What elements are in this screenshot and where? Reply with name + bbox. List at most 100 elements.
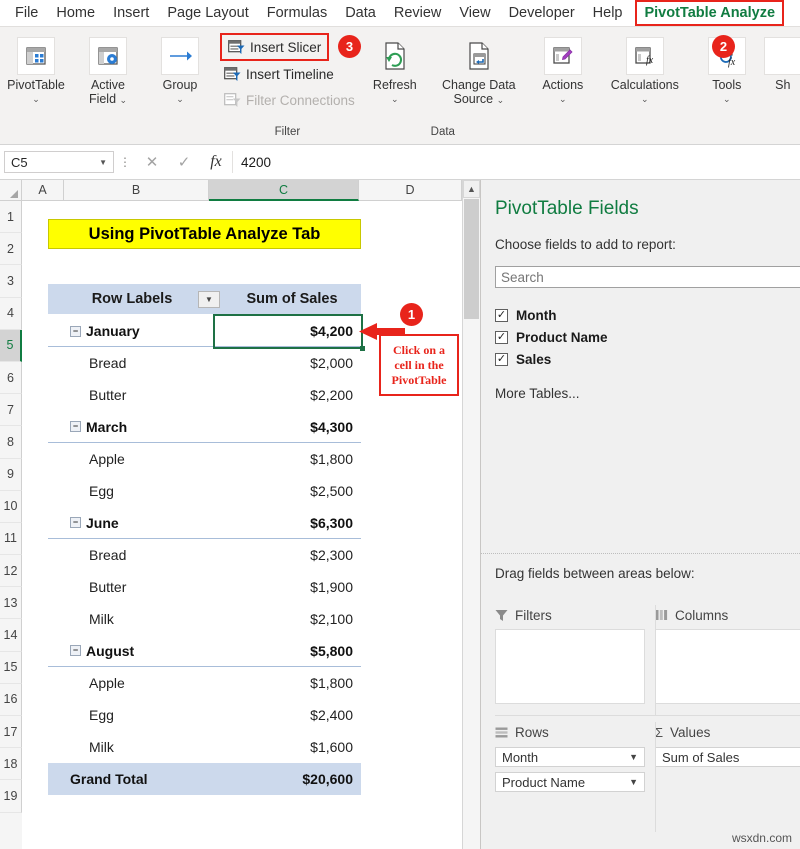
tab-page-layout[interactable]: Page Layout (158, 1, 257, 25)
chevron-down-icon[interactable]: ▼ (99, 158, 107, 167)
insert-function-icon[interactable]: fx (200, 153, 232, 171)
pivot-value-bread-jun[interactable]: $2,300 (215, 539, 361, 571)
change-data-source-button[interactable]: Change Data Source ⌄ (431, 33, 527, 106)
scrollbar-thumb[interactable] (464, 199, 479, 319)
pivot-value-egg-aug[interactable]: $2,400 (215, 699, 361, 731)
row-labels-filter-button[interactable]: ▼ (198, 291, 220, 308)
tab-help[interactable]: Help (584, 1, 632, 25)
tab-home[interactable]: Home (47, 1, 104, 25)
collapse-icon[interactable]: − (70, 326, 81, 337)
pivot-value-bread-jan[interactable]: $2,000 (215, 347, 361, 379)
row-header-10[interactable]: 10 (0, 491, 22, 523)
pivot-label-apple-mar[interactable]: Apple (48, 443, 215, 475)
checkbox-month[interactable]: ✓ (495, 309, 508, 322)
calculations-button[interactable]: fx Calculations ⌄ (599, 33, 691, 105)
select-all-corner[interactable] (0, 180, 22, 201)
pivot-label-milk-jun[interactable]: Milk (48, 603, 215, 635)
chevron-down-icon[interactable]: ⌄ (176, 94, 184, 105)
tab-formulas[interactable]: Formulas (258, 1, 336, 25)
row-header-14[interactable]: 14 (0, 619, 22, 651)
rows-field-month[interactable]: Month ▼ (495, 747, 645, 767)
pivot-value-milk-jun[interactable]: $2,100 (215, 603, 361, 635)
chevron-down-icon[interactable]: ⌄ (120, 95, 128, 105)
tab-pivottable-analyze[interactable]: PivotTable Analyze (635, 0, 784, 26)
row-header-3[interactable]: 3 (0, 265, 22, 297)
pivot-value-butter-jun[interactable]: $1,900 (215, 571, 361, 603)
pivot-label-apple-aug[interactable]: Apple (48, 667, 215, 699)
values-field-sum-of-sales[interactable]: Sum of Sales (655, 747, 800, 767)
row-header-5[interactable]: 5 (0, 330, 22, 362)
row-header-6[interactable]: 6 (0, 362, 22, 394)
formula-bar-drag-handle[interactable]: ⋮ (114, 155, 136, 169)
pivot-value-apple-mar[interactable]: $1,800 (215, 443, 361, 475)
pivot-value-grand-total[interactable]: $20,600 (215, 763, 361, 795)
chevron-down-icon[interactable]: ⌄ (641, 94, 649, 105)
pane-splitter[interactable] (481, 553, 800, 554)
name-box[interactable]: C5 ▼ (4, 151, 114, 173)
columns-dropzone[interactable] (655, 629, 800, 704)
row-header-1[interactable]: 1 (0, 201, 22, 233)
pivot-label-egg-mar[interactable]: Egg (48, 475, 215, 507)
more-tables-link[interactable]: More Tables... (495, 386, 800, 401)
pivot-value-butter-jan[interactable]: $2,200 (215, 379, 361, 411)
field-item-sales[interactable]: ✓ Sales (495, 348, 800, 370)
pivot-value-milk-aug[interactable]: $1,600 (215, 731, 361, 763)
chevron-down-icon[interactable]: ⌄ (497, 95, 505, 105)
row-header-7[interactable]: 7 (0, 394, 22, 426)
insert-timeline-button[interactable]: Insert Timeline (220, 61, 338, 87)
pivot-value-march[interactable]: $4,300 (215, 411, 361, 443)
pivot-cell-b5[interactable]: − January (48, 316, 215, 347)
checkbox-sales[interactable]: ✓ (495, 353, 508, 366)
pivot-value-egg-mar[interactable]: $2,500 (215, 475, 361, 507)
tab-insert[interactable]: Insert (104, 1, 158, 25)
field-item-product-name[interactable]: ✓ Product Name (495, 326, 800, 348)
confirm-icon[interactable]: ✓ (168, 153, 200, 171)
chevron-down-icon[interactable]: ▼ (629, 752, 638, 762)
rows-field-product-name[interactable]: Product Name ▼ (495, 772, 645, 792)
pivot-label-egg-aug[interactable]: Egg (48, 699, 215, 731)
group-button[interactable]: Group ⌄ (144, 33, 216, 105)
checkbox-product-name[interactable]: ✓ (495, 331, 508, 344)
row-header-8[interactable]: 8 (0, 426, 22, 458)
pivot-value-january[interactable]: $4,200 (215, 316, 361, 347)
collapse-icon[interactable]: − (70, 517, 81, 528)
tab-file[interactable]: File (6, 1, 47, 25)
pivot-cell-b11[interactable]: − June (48, 507, 215, 539)
fill-handle[interactable] (360, 346, 365, 351)
pivottable-button[interactable]: PivotTable ⌄ (0, 33, 72, 105)
row-header-11[interactable]: 11 (0, 523, 22, 555)
scroll-up-arrow-icon[interactable]: ▲ (463, 180, 480, 198)
row-header-2[interactable]: 2 (0, 233, 22, 265)
show-button[interactable]: Sh (763, 33, 800, 93)
row-header-9[interactable]: 9 (0, 459, 22, 491)
active-field-button[interactable]: Active Field ⌄ (72, 33, 144, 106)
column-header-c[interactable]: C (209, 180, 359, 201)
pivot-value-apple-aug[interactable]: $1,800 (215, 667, 361, 699)
chevron-down-icon[interactable]: ⌄ (559, 94, 567, 105)
tab-data[interactable]: Data (336, 1, 385, 25)
sheet-title-cell[interactable]: Using PivotTable Analyze Tab (48, 219, 361, 249)
row-header-19[interactable]: 19 (0, 780, 22, 812)
cancel-icon[interactable]: ✕ (136, 153, 168, 171)
chevron-down-icon[interactable]: ⌄ (723, 94, 731, 105)
tab-view[interactable]: View (450, 1, 499, 25)
column-header-a[interactable]: A (22, 180, 64, 201)
actions-button[interactable]: Actions ⌄ (527, 33, 599, 105)
row-header-18[interactable]: 18 (0, 748, 22, 780)
chevron-down-icon[interactable]: ▼ (629, 777, 638, 787)
grid-vertical-scrollbar[interactable]: ▲ (462, 180, 480, 849)
pivot-label-butter-jun[interactable]: Butter (48, 571, 215, 603)
row-header-12[interactable]: 12 (0, 555, 22, 587)
field-search-input[interactable]: Search (495, 266, 800, 288)
row-header-16[interactable]: 16 (0, 684, 22, 716)
pivot-label-bread-jun[interactable]: Bread (48, 539, 215, 571)
collapse-icon[interactable]: − (70, 421, 81, 432)
row-header-17[interactable]: 17 (0, 716, 22, 748)
pivot-label-grand-total[interactable]: Grand Total (48, 763, 215, 795)
pivot-cell-b8[interactable]: − March (48, 411, 215, 443)
pivot-value-august[interactable]: $5,800 (215, 635, 361, 667)
filters-dropzone[interactable] (495, 629, 645, 704)
pivot-label-bread-jan[interactable]: Bread (48, 347, 215, 379)
chevron-down-icon[interactable]: ⌄ (391, 94, 399, 105)
collapse-icon[interactable]: − (70, 645, 81, 656)
